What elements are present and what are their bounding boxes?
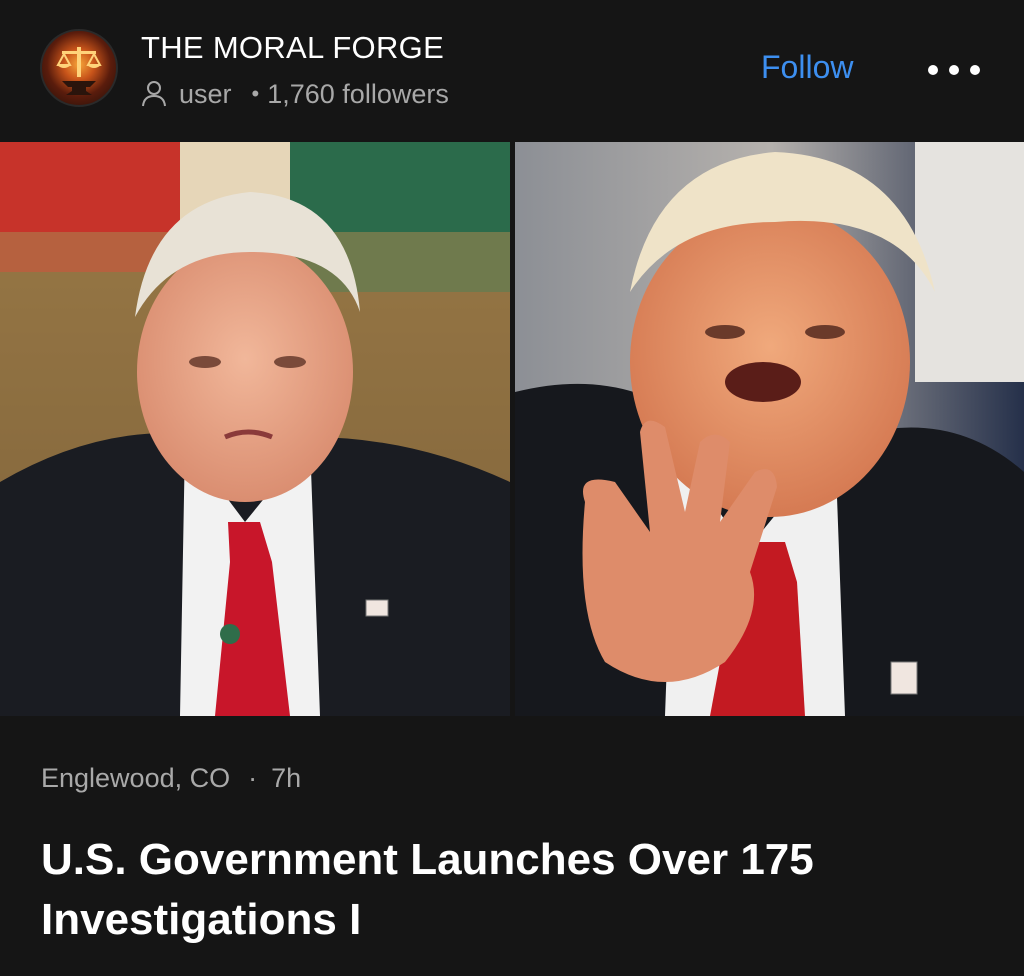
user-icon (142, 81, 166, 107)
more-dot-icon (928, 65, 938, 75)
follow-button[interactable]: Follow (761, 49, 853, 86)
post-time: 7h (271, 762, 302, 793)
publisher-role: user (179, 78, 232, 109)
post-photo-left[interactable] (0, 142, 510, 716)
post-image-grid[interactable] (0, 142, 1024, 716)
more-options-button[interactable] (928, 58, 980, 82)
post-meta: Englewood, CO · 7h (41, 758, 301, 798)
more-dot-icon (949, 65, 959, 75)
more-dot-icon (970, 65, 980, 75)
photo-illustration (515, 142, 1024, 716)
meta-separator: · (248, 762, 258, 793)
post-location[interactable]: Englewood, CO (41, 763, 230, 794)
scales-of-justice-icon (56, 47, 102, 95)
post-headline[interactable]: U.S. Government Launches Over 175 Invest… (41, 830, 981, 950)
publisher-avatar[interactable] (40, 29, 118, 107)
publisher-meta: user • 1,760 followers (141, 77, 449, 111)
photo-illustration (0, 142, 510, 716)
publisher-name[interactable]: THE MORAL FORGE (141, 30, 444, 66)
follower-count: 1,760 followers (267, 78, 449, 109)
post-header: THE MORAL FORGE user • 1,760 followers F… (0, 0, 1024, 140)
meta-separator: • (251, 81, 260, 106)
post-photo-right[interactable] (515, 142, 1024, 716)
